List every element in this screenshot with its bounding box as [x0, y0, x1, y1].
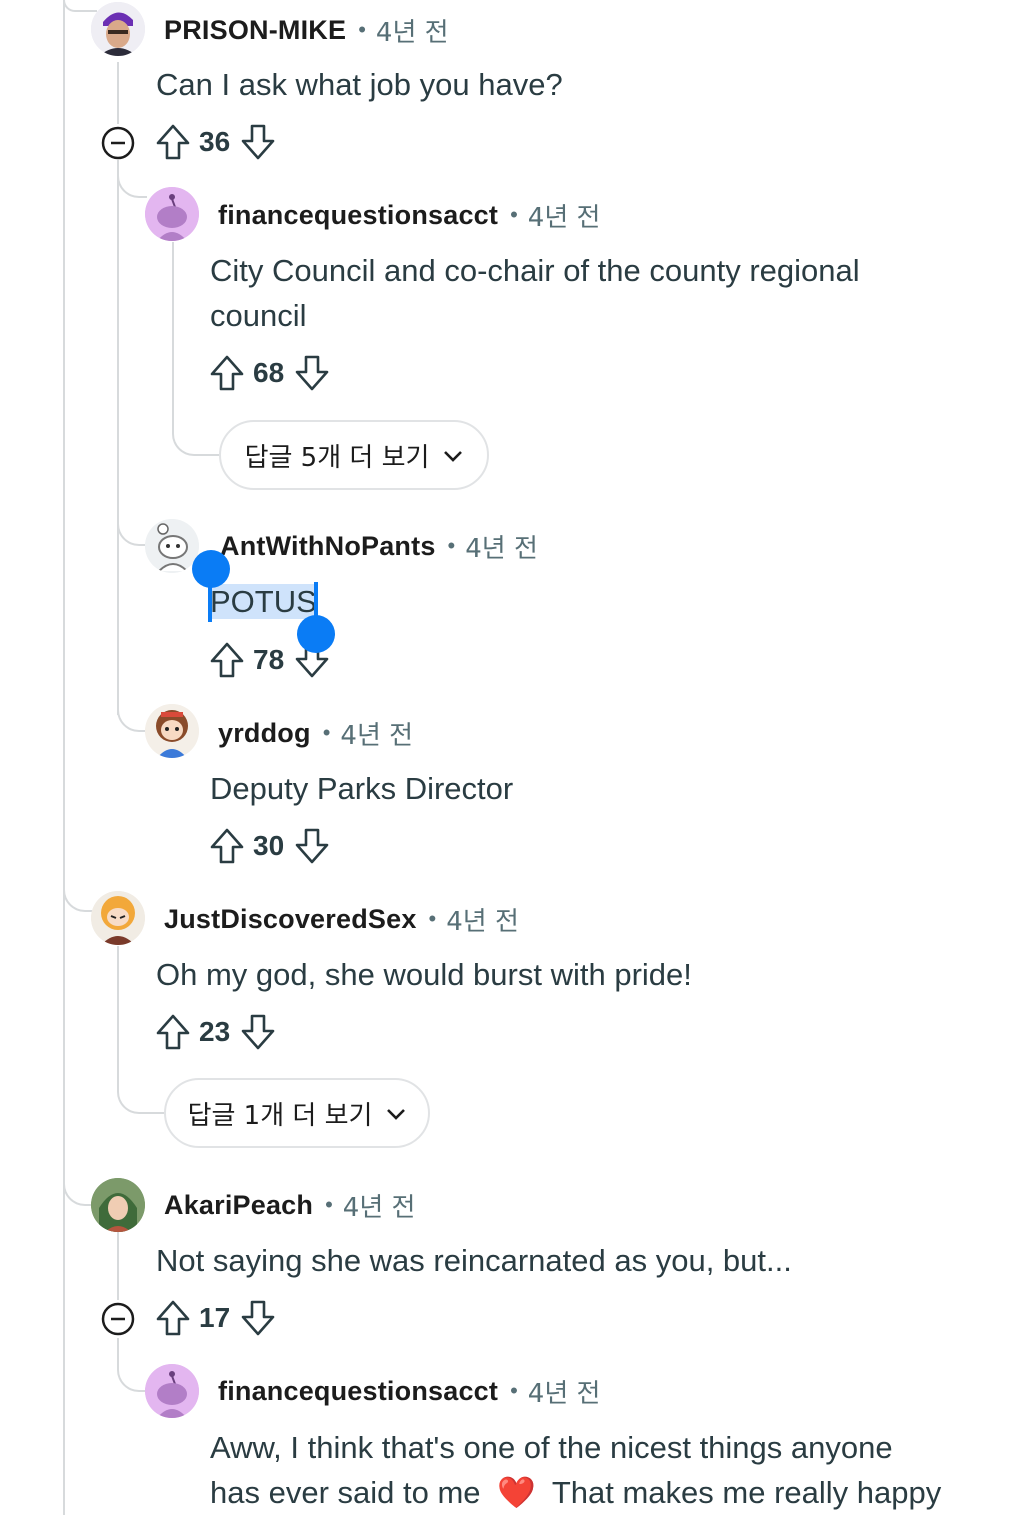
selection-start-caret — [208, 582, 212, 622]
meta-separator: • — [447, 533, 456, 558]
avatar[interactable] — [91, 2, 145, 56]
avatar[interactable] — [91, 891, 145, 945]
downvote-icon[interactable] — [240, 1013, 276, 1051]
avatar[interactable] — [91, 1178, 145, 1232]
comment-line-part: has ever said to me — [210, 1475, 481, 1510]
heart-emoji: ❤️ — [497, 1475, 536, 1511]
selected-text[interactable]: POTUS — [210, 584, 317, 619]
vote-bar: 68 — [209, 353, 330, 393]
comment-body: City Council and co-chair of the county … — [210, 248, 860, 338]
vote-bar: 17 — [155, 1298, 276, 1338]
upvote-icon[interactable] — [155, 1013, 191, 1051]
more-replies-button[interactable]: 답글 1개 더 보기 — [164, 1078, 430, 1148]
thread-line-akari — [117, 1232, 119, 1300]
thread-elbow — [117, 160, 147, 198]
comment-line: has ever said to me ❤️ That makes me rea… — [210, 1470, 941, 1516]
comment-meta: JustDiscoveredSex • 4년 전 — [164, 899, 519, 939]
avatar[interactable] — [145, 187, 199, 241]
vote-score: 30 — [253, 830, 285, 861]
vote-bar: 23 — [155, 1012, 276, 1052]
comment-body: Deputy Parks Director — [210, 771, 514, 806]
username[interactable]: PRISON-MIKE — [164, 15, 346, 46]
comment-body: POTUS — [210, 579, 317, 624]
selection-end-handle[interactable] — [297, 615, 335, 653]
vote-score: 23 — [199, 1016, 231, 1047]
username[interactable]: yrddog — [218, 718, 311, 749]
vote-score: 36 — [199, 126, 231, 157]
comment-meta: financequestionsacct • 4년 전 — [218, 195, 600, 235]
upvote-icon[interactable] — [209, 354, 245, 392]
username[interactable]: financequestionsacct — [218, 200, 498, 231]
comment-meta: AkariPeach • 4년 전 — [164, 1185, 415, 1225]
downvote-icon[interactable] — [240, 123, 276, 161]
avatar[interactable] — [145, 519, 199, 573]
username[interactable]: financequestionsacct — [218, 1376, 498, 1407]
thread-line-prison-mike-children — [117, 160, 119, 715]
comment-meta: yrddog • 4년 전 — [218, 713, 413, 753]
username[interactable]: AntWithNoPants — [220, 531, 436, 562]
vote-score: 68 — [253, 357, 285, 388]
more-replies-label: 답글 5개 더 보기 — [244, 442, 430, 473]
thread-elbow — [63, 870, 93, 912]
chevron-down-icon — [429, 440, 463, 470]
comment-line-part: That makes me really happy — [551, 1475, 942, 1510]
comment-line: council — [210, 298, 307, 333]
vote-bar: 30 — [209, 826, 330, 866]
thread-line-prison-mike — [117, 62, 119, 124]
collapse-thread-icon[interactable] — [101, 1302, 135, 1336]
comment-body: Can I ask what job you have? — [156, 67, 563, 102]
comment-line: Aww, I think that's one of the nicest th… — [210, 1430, 893, 1465]
downvote-icon[interactable] — [294, 354, 330, 392]
timestamp[interactable]: 4년 전 — [343, 1187, 416, 1224]
meta-separator: • — [428, 906, 437, 931]
comment-meta: AntWithNoPants • 4년 전 — [220, 526, 538, 566]
thread-line-root — [63, 0, 65, 1515]
username[interactable]: JustDiscoveredSex — [164, 904, 417, 935]
downvote-icon[interactable] — [240, 1299, 276, 1337]
chevron-down-icon — [372, 1098, 406, 1128]
thread-elbow — [63, 0, 97, 12]
username[interactable]: AkariPeach — [164, 1190, 313, 1221]
vote-score: 17 — [199, 1302, 231, 1333]
meta-separator: • — [325, 1192, 333, 1217]
comment-line: City Council and co-chair of the county … — [210, 253, 860, 288]
thread-elbow — [117, 500, 147, 546]
downvote-icon[interactable] — [294, 827, 330, 865]
upvote-icon[interactable] — [209, 641, 245, 679]
upvote-icon[interactable] — [155, 1299, 191, 1337]
meta-separator: • — [358, 17, 366, 42]
timestamp[interactable]: 4년 전 — [528, 1373, 601, 1410]
more-replies-label: 답글 1개 더 보기 — [187, 1100, 373, 1131]
comment-body: Oh my god, she would burst with pride! — [156, 957, 692, 992]
timestamp[interactable]: 4년 전 — [446, 901, 519, 938]
comment-meta: financequestionsacct • 4년 전 — [218, 1371, 600, 1411]
meta-separator: • — [322, 720, 331, 745]
avatar[interactable] — [145, 704, 199, 758]
thread-elbow — [117, 1338, 147, 1392]
upvote-icon[interactable] — [209, 827, 245, 865]
vote-score: 78 — [253, 644, 285, 675]
comment-body: Not saying she was reincarnated as you, … — [156, 1243, 792, 1278]
avatar[interactable] — [145, 1364, 199, 1418]
comment-body: Aww, I think that's one of the nicest th… — [210, 1425, 941, 1516]
meta-separator: • — [510, 202, 518, 227]
more-replies-button[interactable]: 답글 5개 더 보기 — [219, 420, 489, 490]
comment-meta: PRISON-MIKE • 4년 전 — [164, 10, 449, 50]
timestamp[interactable]: 4년 전 — [376, 12, 449, 49]
timestamp[interactable]: 4년 전 — [465, 528, 538, 565]
timestamp[interactable]: 4년 전 — [340, 715, 413, 752]
thread-elbow — [117, 690, 147, 732]
thread-elbow — [63, 1160, 93, 1206]
collapse-thread-icon[interactable] — [101, 126, 135, 160]
meta-separator: • — [510, 1378, 518, 1403]
selection-start-handle[interactable] — [192, 550, 230, 588]
upvote-icon[interactable] — [155, 123, 191, 161]
timestamp[interactable]: 4년 전 — [528, 197, 601, 234]
vote-bar: 36 — [155, 122, 276, 162]
